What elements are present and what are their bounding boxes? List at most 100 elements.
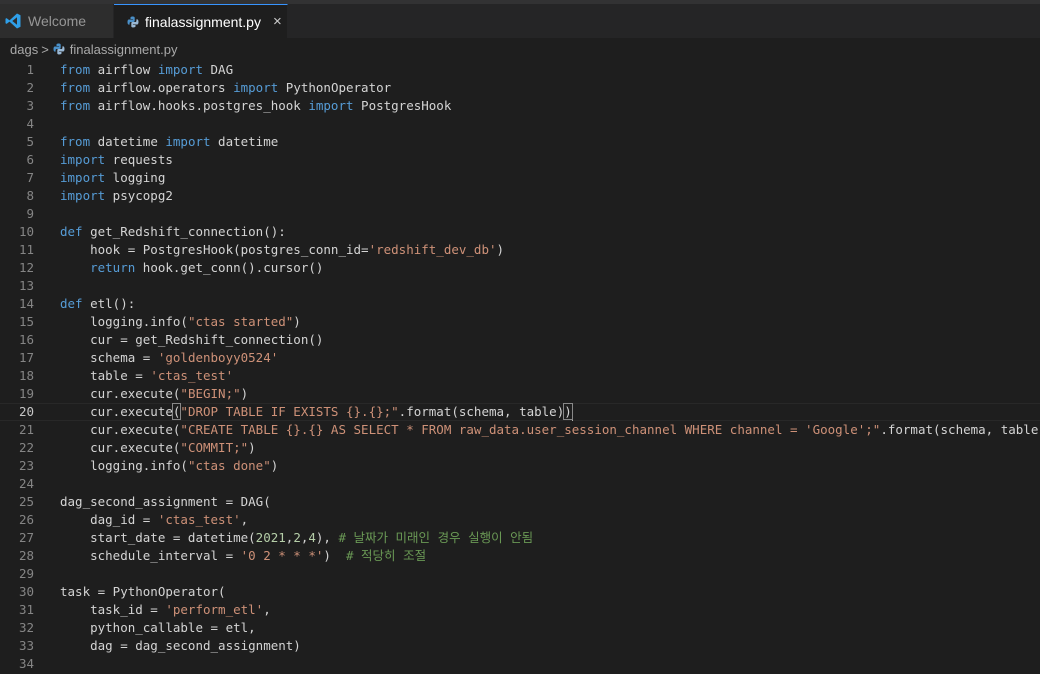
line-number: 27 [18,530,34,545]
code-line[interactable]: 14 def etl(): [0,295,1040,313]
code-token: table = [60,368,151,383]
line-code: dag_id = 'ctas_test', [34,511,1040,529]
code-line[interactable]: 28 schedule_interval = '0 2 * * *') # 적당… [0,547,1040,565]
code-token: schedule_interval = [60,548,241,563]
line-code: dag = dag_second_assignment) [34,637,1040,655]
code-token: hook.get_conn().cursor() [135,260,324,275]
line-code: cur = get_Redshift_connection() [34,331,1040,349]
code-line[interactable]: 3 from airflow.hooks.postgres_hook import… [0,97,1040,115]
line-number: 10 [18,224,34,239]
line-code: from airflow.operators import PythonOper… [34,79,1040,97]
line-code: def get_Redshift_connection(): [34,223,1040,241]
code-token: .format(schema, table)) [880,422,1040,437]
code-line[interactable]: 27 start_date = datetime(2021,2,4), # 날짜… [0,529,1040,547]
code-editor[interactable]: 1 from airflow import DAG 2 from airflow.op… [0,61,1040,674]
vscode-icon [4,12,22,30]
code-line[interactable]: 21 cur.execute("CREATE TABLE {}.{} AS SE… [0,421,1040,439]
code-line[interactable]: 1 from airflow import DAG [0,61,1040,79]
code-token: # 날짜가 미래인 경우 실행이 안됨 [338,530,534,545]
tab-welcome[interactable]: Welcome [0,4,114,38]
code-line[interactable]: 7 import logging [0,169,1040,187]
code-line[interactable]: 8 import psycopg2 [0,187,1040,205]
code-token: DAG [203,62,234,77]
line-number: 30 [18,584,34,599]
code-token: ) [270,458,279,473]
line-number: 20 [18,404,34,419]
code-token: cur.execute [60,404,173,419]
chevron-right-icon: > [41,41,49,57]
code-token: .format(schema, table) [398,404,565,419]
code-line[interactable]: 20 cur.execute("DROP TABLE IF EXISTS {}.… [0,403,1040,421]
code-line[interactable]: 11 hook = PostgresHook(postgres_conn_id=… [0,241,1040,259]
code-line[interactable]: 24 [0,475,1040,493]
code-line[interactable]: 23 logging.info("ctas done") [0,457,1040,475]
code-line[interactable]: 33 dag = dag_second_assignment) [0,637,1040,655]
code-token: import [60,152,106,167]
line-number: 8 [26,188,34,203]
code-token: "CREATE TABLE {}.{} AS SELECT * FROM raw… [180,422,881,437]
code-line[interactable]: 6 import requests [0,151,1040,169]
close-icon[interactable]: × [273,13,282,30]
python-icon [53,43,70,55]
code-line[interactable]: 4 [0,115,1040,133]
code-line[interactable]: 9 [0,205,1040,223]
line-code: cur.execute("DROP TABLE IF EXISTS {}.{};… [34,403,1040,421]
code-line[interactable]: 32 python_callable = etl, [0,619,1040,637]
code-line[interactable]: 31 task_id = 'perform_etl', [0,601,1040,619]
code-line[interactable]: 16 cur = get_Redshift_connection() [0,331,1040,349]
line-number: 18 [18,368,34,383]
line-code: cur.execute("CREATE TABLE {}.{} AS SELEC… [34,421,1040,439]
code-token: "ctas done" [187,458,271,473]
line-code: python_callable = etl, [34,619,1040,637]
line-number: 7 [26,170,34,185]
code-token: from [60,80,91,95]
code-token: start_date = datetime( [60,530,256,545]
line-code: def etl(): [34,295,1040,313]
code-line[interactable]: 22 cur.execute("COMMIT;") [0,439,1040,457]
line-code: logging.info("ctas started") [34,313,1040,331]
code-line[interactable]: 30 task = PythonOperator( [0,583,1040,601]
code-token: from [60,134,91,149]
code-line[interactable]: 17 schema = 'goldenboyy0524' [0,349,1040,367]
code-line[interactable]: 26 dag_id = 'ctas_test', [0,511,1040,529]
line-number: 21 [18,422,34,437]
breadcrumb-folder[interactable]: dags [10,42,38,57]
code-line[interactable]: 2 from airflow.operators import PythonOpe… [0,79,1040,97]
code-line[interactable]: 34 [0,655,1040,673]
code-line[interactable]: 12 return hook.get_conn().cursor() [0,259,1040,277]
line-code: from airflow import DAG [34,61,1040,79]
line-number: 5 [26,134,34,149]
line-number: 17 [18,350,34,365]
code-token: "COMMIT;" [180,440,249,455]
line-code: hook = PostgresHook(postgres_conn_id='re… [34,241,1040,259]
code-line[interactable]: 10 def get_Redshift_connection(): [0,223,1040,241]
code-line[interactable]: 5 from datetime import datetime [0,133,1040,151]
code-token: psycopg2 [105,188,173,203]
text-cursor [571,404,573,421]
code-token: 'ctas_test' [150,368,234,383]
code-token: task_id = [60,602,166,617]
code-line[interactable]: 29 [0,565,1040,583]
code-token: import [157,62,203,77]
code-token: dag_id = [60,512,158,527]
code-line[interactable]: 25 dag_second_assignment = DAG( [0,493,1040,511]
line-number: 25 [18,494,34,509]
code-token: 4 [308,530,316,545]
code-line[interactable]: 13 [0,277,1040,295]
line-code: import psycopg2 [34,187,1040,205]
line-number: 1 [26,62,34,77]
code-token: import [308,98,354,113]
code-line[interactable]: 15 logging.info("ctas started") [0,313,1040,331]
code-line[interactable]: 18 table = 'ctas_test' [0,367,1040,385]
line-code: import requests [34,151,1040,169]
code-line[interactable]: 19 cur.execute("BEGIN;") [0,385,1040,403]
code-token: requests [105,152,173,167]
tab-finalassignment[interactable]: finalassignment.py × [114,4,288,38]
code-token: airflow [90,62,158,77]
breadcrumb-file[interactable]: finalassignment.py [53,42,177,57]
code-token: ), [315,530,339,545]
code-token: def [60,296,83,311]
